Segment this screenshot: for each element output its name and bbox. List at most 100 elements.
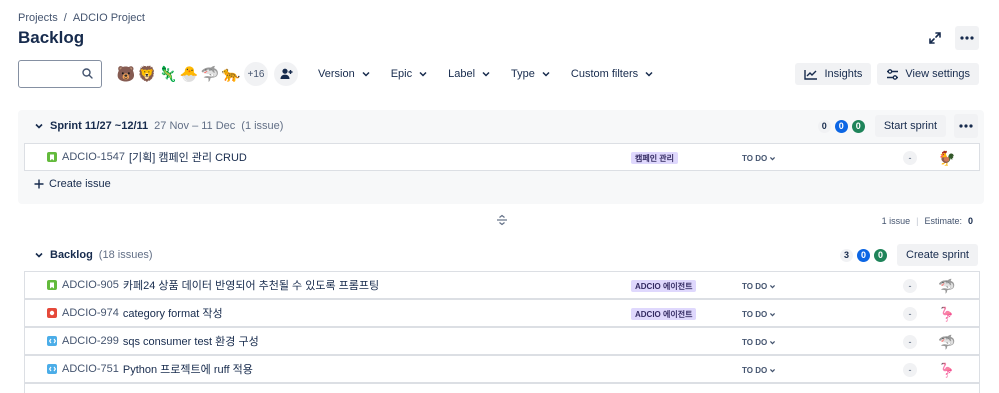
assignee-avatar[interactable]: 🦩 [937,360,957,380]
status-label: TO DO [742,365,768,375]
sprint-summary-estimate-value: 0 [967,216,973,226]
filter-label: Label [448,68,476,80]
filter-type[interactable]: Type [511,68,551,80]
create-issue-button[interactable]: Create issue [34,178,111,190]
issue-row[interactable]: ADCIO-1547 [기획] 캠페인 관리 CRUD 캠페인 관리 TO DO… [24,143,980,171]
filter-label: Epic [390,68,413,80]
epic-lozenge[interactable]: ADCIO 에이전트 [631,280,697,292]
issue-row[interactable]: ADCIO-751 Python 프로젝트에 ruff 적용 TO DO - 🦩 [24,355,980,383]
sprint-header[interactable]: Sprint 11/27 ~12/11 27 Nov – 11 Dec (1 i… [18,112,984,140]
breadcrumb: Projects / ADCIO Project [18,12,145,24]
backlog-toolbar: 🐻 🦁 🦎 🐣 🦈 🐆 +16 Version Epic Label Type … [18,60,979,88]
done-count-badge: 0 [851,119,865,133]
breadcrumb-projects-link[interactable]: Projects [18,12,58,24]
backlog-name: Backlog [50,249,93,261]
sprint-name: Sprint 11/27 ~12/11 [50,120,149,132]
filter-label: Type [511,68,535,80]
assignee-avatar[interactable]: 🐓 [937,148,957,168]
add-people-icon[interactable] [274,62,298,86]
sprint-summary-separator: | [916,216,919,226]
chevron-down-icon [419,71,427,77]
status-label: TO DO [742,153,768,163]
chevron-down-icon[interactable] [34,121,44,131]
search-box[interactable] [18,60,102,88]
status-label: TO DO [742,337,768,347]
sprint-summary-estimate-label: Estimate: [924,216,962,226]
expand-icon[interactable] [923,26,947,50]
status-dropdown[interactable]: TO DO [739,334,779,350]
in-progress-count-badge: 0 [834,119,848,133]
more-icon[interactable] [955,26,979,50]
assignee-avatar[interactable]: 🦈 [937,332,957,352]
chevron-down-icon [542,71,550,77]
create-sprint-button[interactable]: Create sprint [897,244,978,266]
epic-lozenge[interactable]: 캠페인 관리 [631,152,679,164]
breadcrumb-project-link[interactable]: ADCIO Project [73,12,145,24]
issue-key[interactable]: ADCIO-751 [62,363,119,375]
view-settings-button[interactable]: View settings [877,63,979,85]
chevron-down-icon [770,156,776,160]
issue-row[interactable] [24,383,980,393]
issue-summary[interactable]: Python 프로젝트에 ruff 적용 [123,361,253,377]
issue-key[interactable]: ADCIO-974 [62,307,119,319]
sprint-panel: Sprint 11/27 ~12/11 27 Nov – 11 Dec (1 i… [18,110,984,204]
search-icon [82,68,93,82]
sprint-actions: 0 0 0 Start sprint [817,114,978,138]
chart-line-icon [804,69,818,80]
filter-epic[interactable]: Epic [391,68,428,80]
issue-row[interactable]: ADCIO-299 sqs consumer test 환경 구성 TO DO … [24,327,980,355]
filter-label-dropdown[interactable]: Label [448,68,491,80]
filter-version[interactable]: Version [318,68,371,80]
assignee-avatar[interactable]: 🦈 [937,276,957,296]
chevron-down-icon [482,71,490,77]
backlog-header[interactable]: Backlog (18 issues) 3 0 0 Create sprint [18,241,984,269]
issue-summary[interactable]: sqs consumer test 환경 구성 [123,333,259,349]
issue-summary[interactable]: category format 작성 [123,305,223,321]
backlog-actions: 3 0 0 Create sprint [840,244,978,266]
chevron-down-icon[interactable] [34,250,44,260]
estimate-badge[interactable]: - [903,279,917,293]
issue-summary[interactable]: [기획] 캠페인 관리 CRUD [129,149,247,165]
more-avatars-button[interactable]: +16 [244,62,268,86]
search-input[interactable] [25,62,85,86]
chevron-down-icon [770,368,776,372]
resize-handle-icon[interactable] [496,214,508,229]
chevron-down-icon [770,312,776,316]
start-sprint-button[interactable]: Start sprint [874,115,946,137]
issue-key[interactable]: ADCIO-1547 [62,151,125,163]
top-actions [923,26,979,50]
plus-icon [34,179,44,189]
issue-row[interactable]: ADCIO-974 category format 작성 ADCIO 에이전트 … [24,299,980,327]
sprint-summary: 1 issue | Estimate: 0 [882,216,973,226]
status-dropdown[interactable]: TO DO [739,362,779,378]
sliders-icon [887,68,899,80]
sprint-summary-issues: 1 issue [881,216,911,226]
epic-lozenge[interactable]: ADCIO 에이전트 [631,308,697,320]
filter-label: Custom filters [570,68,639,80]
estimate-badge[interactable]: - [903,151,917,165]
done-count-badge: 0 [874,248,888,262]
issue-key[interactable]: ADCIO-905 [62,279,119,291]
story-icon [47,280,57,290]
chevron-down-icon [770,284,776,288]
issue-key[interactable]: ADCIO-299 [62,335,119,347]
more-icon[interactable] [954,114,978,138]
status-dropdown[interactable]: TO DO [739,306,779,322]
estimate-badge[interactable]: - [903,335,917,349]
estimate-badge[interactable]: - [903,307,917,321]
bug-icon [47,308,57,318]
assignee-avatar[interactable]: 🦩 [937,304,957,324]
chevron-down-icon [645,71,653,77]
subtask-icon [47,336,57,346]
insights-button[interactable]: Insights [795,63,872,85]
issue-row[interactable]: ADCIO-905 카페24 상품 데이터 반영되어 추천될 수 있도록 프롬프… [24,271,980,299]
status-dropdown[interactable]: TO DO [739,278,779,294]
create-issue-label: Create issue [49,178,111,190]
todo-count-badge: 3 [840,248,854,262]
issue-summary[interactable]: 카페24 상품 데이터 반영되어 추천될 수 있도록 프롬프팅 [123,277,379,293]
filter-custom[interactable]: Custom filters [571,68,654,80]
estimate-badge[interactable]: - [903,363,917,377]
avatar[interactable]: 🐆 [219,62,243,86]
status-dropdown[interactable]: TO DO [739,150,779,166]
page-title: Backlog [18,28,85,47]
